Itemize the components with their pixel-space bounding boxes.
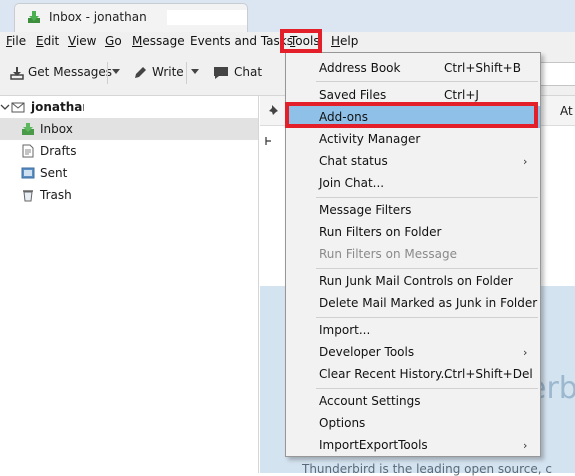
redaction — [167, 10, 247, 25]
inbox-icon — [22, 123, 34, 135]
menu-view[interactable]: View — [68, 34, 96, 48]
menu-separator — [316, 388, 538, 389]
menuitem-importexporttools[interactable]: ImportExportTools › — [286, 434, 540, 456]
account-name: jonathan — [31, 100, 91, 114]
filter-attachments-label[interactable]: At — [560, 104, 573, 118]
menuitem-delete-junk[interactable]: Delete Mail Marked as Junk in Folder — [286, 292, 540, 314]
menu-edit[interactable]: Edit — [36, 34, 59, 48]
inbox-download-icon — [28, 11, 40, 23]
tab-title: Inbox - jonathan — [49, 10, 147, 24]
chat-bubble-icon — [214, 67, 228, 79]
write-dropdown-icon[interactable] — [191, 69, 199, 74]
account-row[interactable]: jonathan — [0, 96, 258, 118]
sent-icon — [21, 167, 35, 179]
menu-help[interactable]: Help — [331, 34, 358, 48]
menuitem-chat-status[interactable]: Chat status › — [286, 150, 540, 172]
menu-separator — [316, 268, 538, 269]
menuitem-account-settings[interactable]: Account Settings — [286, 390, 540, 412]
collapse-arrow-icon[interactable] — [0, 102, 10, 112]
folder-label: Sent — [40, 166, 68, 180]
pencil-icon — [135, 67, 146, 78]
menuitem-message-filters[interactable]: Message Filters — [286, 199, 540, 221]
menuitem-clear-recent-history[interactable]: Clear Recent History... Ctrl+Shift+Del — [286, 363, 540, 385]
menu-separator — [316, 197, 538, 198]
tools-menu-highlight-box — [280, 29, 322, 53]
get-messages-icon — [10, 67, 24, 80]
trash-icon — [23, 190, 33, 202]
menuitem-run-filters-on-message: Run Filters on Message — [319, 247, 457, 261]
menuitem-import[interactable]: Import... — [286, 319, 540, 341]
menuitem-run-filters-on-folder[interactable]: Run Filters on Folder — [286, 221, 540, 243]
start-page-tagline: Thunderbird is the leading open source, … — [302, 462, 552, 476]
folder-label: Inbox — [40, 122, 73, 136]
folder-inbox[interactable]: Inbox — [0, 118, 258, 140]
submenu-arrow-icon: › — [523, 346, 528, 359]
get-messages-button[interactable]: Get Messages — [28, 65, 112, 79]
separator — [186, 62, 187, 84]
separator — [107, 62, 108, 84]
chat-button[interactable]: Chat — [234, 65, 262, 79]
thread-column-icon[interactable] — [264, 136, 274, 146]
menu-events-and-tasks[interactable]: Events and Tasks — [190, 34, 293, 48]
menu-file[interactable]: File — [6, 34, 26, 48]
tab-inbox[interactable]: Inbox - jonathan — [14, 3, 248, 32]
title-bar: Inbox - jonathan — [0, 0, 575, 32]
menu-message[interactable]: Message — [132, 34, 185, 48]
submenu-arrow-icon: › — [523, 155, 528, 168]
menuitem-run-junk-controls[interactable]: Run Junk Mail Controls on Folder — [286, 270, 540, 292]
menu-go[interactable]: Go — [105, 34, 122, 48]
submenu-arrow-icon: › — [523, 439, 528, 452]
menuitem-developer-tools[interactable]: Developer Tools › — [286, 341, 540, 363]
menuitem-options[interactable]: Options — [286, 412, 540, 434]
redaction — [84, 99, 154, 114]
add-ons-highlight-box — [285, 102, 538, 128]
menu-separator — [316, 317, 538, 318]
folder-sent[interactable]: Sent — [0, 162, 258, 184]
folder-label: Drafts — [40, 144, 77, 158]
menuitem-address-book[interactable]: Address Book Ctrl+Shift+B — [286, 57, 540, 79]
get-messages-dropdown-icon[interactable] — [112, 69, 120, 74]
menuitem-join-chat[interactable]: Join Chat... — [286, 172, 540, 194]
folder-label: Trash — [40, 188, 72, 202]
drafts-icon — [22, 144, 34, 158]
envelope-icon — [11, 102, 25, 113]
folder-drafts[interactable]: Drafts — [0, 140, 258, 162]
pin-icon[interactable] — [268, 104, 280, 116]
search-input[interactable] — [540, 62, 575, 86]
menuitem-activity-manager[interactable]: Activity Manager — [286, 128, 540, 150]
folder-trash[interactable]: Trash — [0, 184, 258, 206]
folder-pane: jonathan Inbox Drafts Sent Trash — [0, 96, 259, 473]
write-button[interactable]: Write — [152, 65, 184, 79]
menu-separator — [316, 81, 538, 82]
